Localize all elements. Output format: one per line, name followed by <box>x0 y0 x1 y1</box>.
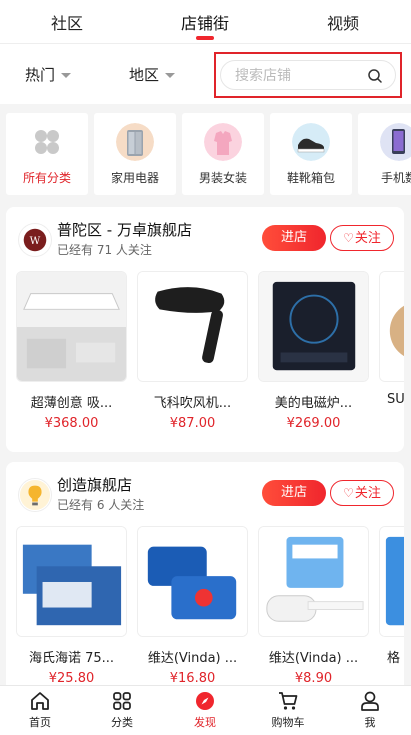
nav-label: 首页 <box>29 716 51 729</box>
shop-card[interactable]: 创造旗舰店 已经有 6 人关注 进店 ♡关注 海氏海诺 75... ¥25.80… <box>6 462 404 692</box>
tab-shop-street[interactable]: 店铺街 <box>160 10 250 34</box>
svg-text:W: W <box>30 235 41 247</box>
product-name: 格 <box>387 651 401 666</box>
shop-card[interactable]: W 普陀区 - 万卓旗舰店 已经有 71 人关注 进店 ♡关注 超薄创意 吸..… <box>6 207 404 452</box>
heart-icon: ♡ <box>343 486 354 500</box>
nav-me[interactable]: 我 <box>340 690 400 730</box>
product-row: 超薄创意 吸... ¥368.00 飞科吹风机... ¥87.00 美的电磁炉.… <box>16 271 404 451</box>
home-icon <box>31 692 49 710</box>
category-label: 男装女装 <box>198 171 247 185</box>
follow-shop-button[interactable]: ♡关注 <box>330 225 394 251</box>
search-input[interactable] <box>235 66 365 86</box>
nav-home[interactable]: 首页 <box>10 690 70 730</box>
product-name: 美的电磁炉... <box>274 396 353 411</box>
caret-down-icon <box>61 73 72 78</box>
caret-down-icon <box>165 73 176 78</box>
category-label: 鞋靴箱包 <box>286 171 335 185</box>
hot-filter-dropdown[interactable]: 热门 <box>25 64 72 85</box>
tab-community[interactable]: 社区 <box>22 10 112 34</box>
nav-cart[interactable]: 购物车 <box>258 690 318 730</box>
shop-follower-count: 已经有 71 人关注 <box>57 243 152 257</box>
product-row: 海氏海诺 75... ¥25.80 维达(Vinda) ... ¥16.80 维… <box>16 526 404 692</box>
product-price: ¥368.00 <box>44 416 99 431</box>
category-label: 所有分类 <box>22 171 71 185</box>
shop-logo: W <box>18 223 52 257</box>
follow-label: 关注 <box>354 486 381 501</box>
category-label: 手机数 <box>380 171 411 185</box>
shop-name[interactable]: 创造旗舰店 <box>57 474 132 495</box>
category-phones[interactable]: 手机数 <box>358 113 411 195</box>
phone-icon <box>380 123 411 161</box>
product-name: SU <box>387 392 404 407</box>
shop-follower-count: 已经有 6 人关注 <box>57 498 145 512</box>
category-icon <box>113 692 131 710</box>
nav-label: 发现 <box>194 716 216 729</box>
product-image <box>16 526 127 637</box>
product-image <box>137 271 248 382</box>
category-appliances[interactable]: 家用电器 <box>94 113 176 195</box>
cart-icon <box>279 692 298 710</box>
bottom-nav: 首页 分类 发现 购物车 我 <box>0 685 411 735</box>
category-strip: 所有分类 家用电器 男装女装 鞋靴箱包 手机数 <box>0 104 411 200</box>
product-price: ¥87.00 <box>169 416 216 431</box>
product-price: ¥8.90 <box>294 671 333 686</box>
category-all[interactable]: 所有分类 <box>6 113 88 195</box>
follow-label: 关注 <box>354 231 381 246</box>
nav-label: 购物车 <box>271 716 305 729</box>
search-highlight-box <box>214 52 402 98</box>
filter-bar: 热门 地区 <box>0 44 411 104</box>
fridge-icon <box>116 123 154 161</box>
product-image <box>379 271 404 382</box>
follow-shop-button[interactable]: ♡关注 <box>330 480 394 506</box>
nav-discover[interactable]: 发现 <box>175 690 235 730</box>
product-image <box>379 526 404 637</box>
region-filter-dropdown[interactable]: 地区 <box>129 64 176 85</box>
product-name: 海氏海诺 75... <box>28 651 115 666</box>
user-icon <box>361 691 379 711</box>
nav-label: 我 <box>364 716 376 729</box>
product-name: 超薄创意 吸... <box>30 396 113 411</box>
shirt-icon <box>204 123 242 161</box>
product-price: ¥269.00 <box>286 416 341 431</box>
product-image <box>258 271 369 382</box>
shop-name[interactable]: 普陀区 - 万卓旗舰店 <box>57 219 192 240</box>
product-image <box>137 526 248 637</box>
top-tab-bar: 社区 店铺街 视频 <box>0 0 411 44</box>
active-tab-indicator <box>196 36 214 40</box>
hot-filter-label: 热门 <box>25 66 56 84</box>
product-name: 维达(Vinda) ... <box>268 651 359 666</box>
category-label: 家用电器 <box>110 171 159 185</box>
heart-icon: ♡ <box>343 231 354 245</box>
product-price: ¥25.80 <box>48 671 95 686</box>
product-image <box>16 271 127 382</box>
product-name: 维达(Vinda) ... <box>147 651 238 666</box>
product-image <box>258 526 369 637</box>
search-icon[interactable] <box>367 68 383 84</box>
product-price: ¥16.80 <box>169 671 216 686</box>
category-clothing[interactable]: 男装女装 <box>182 113 264 195</box>
shop-logo <box>18 478 52 512</box>
search-box[interactable] <box>220 60 396 90</box>
tab-video[interactable]: 视频 <box>298 10 388 34</box>
nav-label: 分类 <box>111 716 133 729</box>
region-filter-label: 地区 <box>129 66 160 84</box>
enter-shop-button[interactable]: 进店 <box>262 480 326 506</box>
compass-icon <box>196 692 214 710</box>
nav-category[interactable]: 分类 <box>92 690 152 730</box>
grid-icon <box>35 130 59 154</box>
product-name: 飞科吹风机... <box>153 396 232 411</box>
enter-shop-button[interactable]: 进店 <box>262 225 326 251</box>
category-shoes-bags[interactable]: 鞋靴箱包 <box>270 113 352 195</box>
sneaker-icon <box>292 123 330 161</box>
